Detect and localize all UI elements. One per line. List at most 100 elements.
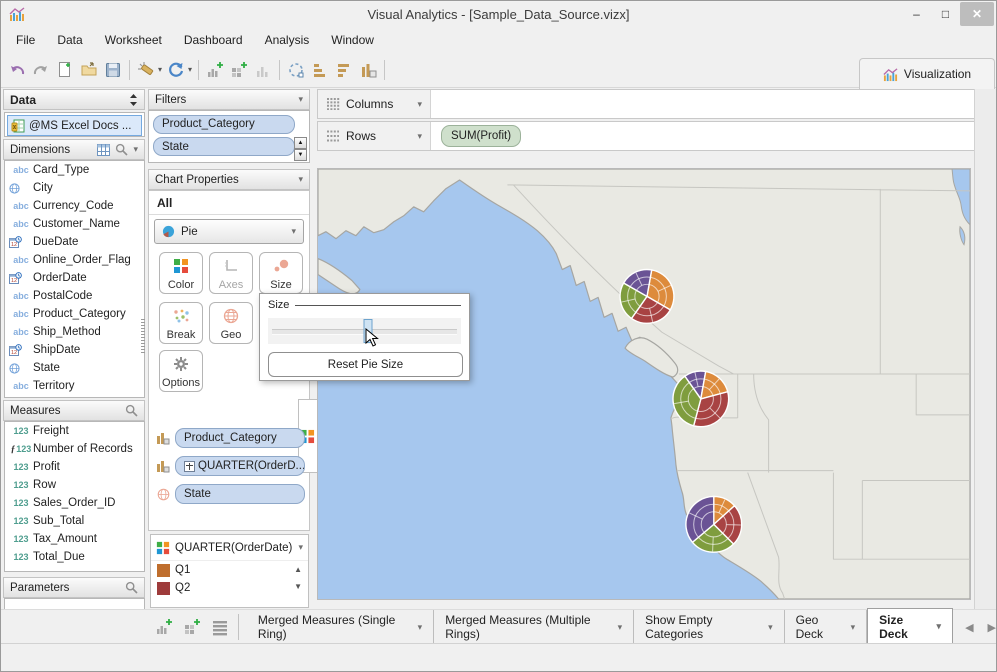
dimension-field-row[interactable]: abc 12 123 ƒ123 Currency_Code xyxy=(5,197,144,215)
save-icon[interactable] xyxy=(101,59,125,81)
measure-field-row[interactable]: abc 123 ƒ123 Tax_Amount xyxy=(5,530,144,548)
panel-splitter-handle[interactable] xyxy=(141,319,145,355)
collapsed-right-panel[interactable] xyxy=(974,89,996,643)
geo-button[interactable]: Geo xyxy=(209,302,253,344)
lasso-select-icon[interactable] xyxy=(284,59,308,81)
bar-box-icon[interactable] xyxy=(356,59,380,81)
close-button[interactable]: ✕ xyxy=(960,2,994,26)
filter-pill[interactable]: Product_Category xyxy=(153,114,295,134)
shelf-pill[interactable]: Product_Category xyxy=(175,428,305,448)
chevron-down-icon[interactable]: ▾ xyxy=(418,622,423,633)
menu-item[interactable]: File xyxy=(5,30,46,50)
legend-item[interactable]: Q2 xyxy=(151,579,308,597)
deck-tab[interactable]: Merged Measures (Multiple Rings) ▾ xyxy=(434,610,635,644)
chevron-down-icon[interactable]: ▾ xyxy=(298,174,303,185)
color-button[interactable]: Color xyxy=(159,252,203,294)
chevron-down-icon[interactable]: ▾ xyxy=(417,99,422,110)
tab-scroll-left-icon[interactable]: ◀ xyxy=(965,621,973,634)
open-icon[interactable] xyxy=(77,59,101,81)
dimension-field-row[interactable]: abc 12 123 ƒ123 OrderDate xyxy=(5,269,144,287)
deck-tab[interactable]: Size Deck ▾ xyxy=(867,608,954,644)
legend-header[interactable]: QUARTER(OrderDate) ▾ xyxy=(151,535,308,561)
menu-item[interactable]: Dashboard xyxy=(173,30,254,50)
dimension-field-row[interactable]: abc 12 123 ƒ123 DueDate xyxy=(5,233,144,251)
dimension-field-row[interactable]: abc 12 123 ƒ123 PostalCode xyxy=(5,287,144,305)
dimension-field-row[interactable]: abc 12 123 ƒ123 ShipDate xyxy=(5,341,144,359)
measure-field-row[interactable]: abc 123 ƒ123 Profit xyxy=(5,458,144,476)
dimension-field-row[interactable]: abc 12 123 ƒ123 Product_Category xyxy=(5,305,144,323)
new-worksheet-icon[interactable] xyxy=(154,617,174,637)
measure-field-row[interactable]: abc 123 ƒ123 Sales_Order_ID xyxy=(5,494,144,512)
chevron-down-icon[interactable]: ▾ xyxy=(298,94,303,105)
shelf-pill[interactable]: QUARTER(OrderD... xyxy=(175,456,305,476)
deck-tab[interactable]: Show Empty Categories ▾ xyxy=(634,610,785,644)
maximize-button[interactable]: □ xyxy=(931,2,960,26)
legend-item[interactable]: Q1 xyxy=(151,561,308,579)
filter-pill[interactable]: State xyxy=(153,137,295,156)
tab-scroll-right-icon[interactable]: ▶ xyxy=(988,621,996,634)
scroll-up-icon[interactable]: ▲ xyxy=(294,565,302,574)
dimension-field-row[interactable]: abc 12 123 ƒ123 Territory xyxy=(5,377,144,395)
scroll-down-icon[interactable]: ▼ xyxy=(294,582,302,591)
property-shelf-row[interactable]: Product_Category xyxy=(155,427,305,449)
undo-icon[interactable] xyxy=(5,59,29,81)
redo-icon[interactable] xyxy=(29,59,53,81)
rows-shelf-label[interactable]: Rows ▾ xyxy=(318,122,431,150)
options-button[interactable]: Options xyxy=(159,350,203,392)
dimension-field-row[interactable]: abc 12 123 ƒ123 State xyxy=(5,359,144,377)
deck-tab[interactable]: Merged Measures (Single Ring) ▾ xyxy=(247,610,435,644)
dimension-field-row[interactable]: abc 12 123 ƒ123 Ship_Method xyxy=(5,323,144,341)
expand-icon[interactable] xyxy=(184,460,195,472)
scroll-down-button[interactable]: ▼ xyxy=(294,149,307,161)
format-painter-icon[interactable] xyxy=(134,59,158,81)
tab-visualization[interactable]: Visualization xyxy=(859,58,995,89)
sort-desc-bars-icon[interactable] xyxy=(332,59,356,81)
view-data-table-icon[interactable] xyxy=(97,143,111,156)
new-dashboard-icon[interactable] xyxy=(182,617,202,637)
dimension-field-row[interactable]: abc 12 123 ƒ123 Customer_Name xyxy=(5,215,144,233)
size-button[interactable]: Size xyxy=(259,252,303,294)
measure-field-row[interactable]: abc 123 ƒ123 Number of Records xyxy=(5,440,144,458)
dimension-field-row[interactable]: abc 12 123 ƒ123 Online_Order_Flag xyxy=(5,251,144,269)
sort-bars-icon[interactable] xyxy=(308,59,332,81)
search-icon[interactable] xyxy=(125,581,138,594)
swap-axes-icon[interactable] xyxy=(129,93,138,106)
minimize-button[interactable]: – xyxy=(902,2,931,26)
menu-item[interactable]: Window xyxy=(320,30,385,50)
menu-item[interactable]: Data xyxy=(46,30,93,50)
new-document-icon[interactable] xyxy=(53,59,77,81)
menu-item[interactable]: Analysis xyxy=(254,30,321,50)
map-visualization[interactable] xyxy=(317,168,971,600)
property-shelf-row[interactable]: State xyxy=(155,483,305,505)
dimension-field-row[interactable]: abc 12 123 ƒ123 City xyxy=(5,179,144,197)
menu-item[interactable]: Worksheet xyxy=(94,30,173,50)
refresh-icon[interactable] xyxy=(164,59,188,81)
add-chart-icon[interactable] xyxy=(203,59,227,81)
chevron-down-icon[interactable]: ▾ xyxy=(417,131,422,142)
chevron-down-icon[interactable]: ▾ xyxy=(298,542,303,553)
reset-pie-size-button[interactable]: Reset Pie Size xyxy=(268,352,463,377)
chevron-down-icon[interactable]: ▾ xyxy=(851,622,856,633)
deck-tab[interactable]: Geo Deck ▾ xyxy=(785,610,868,644)
data-source-item[interactable]: @MS Excel Docs ... xyxy=(7,115,142,136)
measure-field-row[interactable]: abc 123 ƒ123 Row xyxy=(5,476,144,494)
search-icon[interactable] xyxy=(125,404,138,417)
chevron-down-icon[interactable]: ▾ xyxy=(133,144,138,155)
chevron-down-icon[interactable]: ▾ xyxy=(768,622,773,633)
row-pill[interactable]: SUM(Profit) xyxy=(441,125,522,147)
refresh-dropdown-icon[interactable]: ▾ xyxy=(188,65,192,74)
chevron-down-icon[interactable]: ▾ xyxy=(937,621,942,632)
add-dashboard-icon[interactable] xyxy=(227,59,251,81)
chart-type-select[interactable]: Pie ▾ xyxy=(154,219,304,244)
scroll-up-button[interactable]: ▲ xyxy=(294,137,307,149)
worksheet-list-icon[interactable] xyxy=(210,617,230,637)
format-painter-dropdown-icon[interactable]: ▾ xyxy=(158,65,162,74)
columns-shelf-label[interactable]: Columns ▾ xyxy=(318,90,431,118)
chevron-down-icon[interactable]: ▾ xyxy=(618,622,623,633)
measure-field-row[interactable]: abc 123 ƒ123 Freight xyxy=(5,422,144,440)
measure-field-row[interactable]: abc 123 ƒ123 Total_Due xyxy=(5,548,144,566)
property-shelf-row[interactable]: QUARTER(OrderD... xyxy=(155,455,305,477)
measure-field-row[interactable]: abc 123 ƒ123 Sub_Total xyxy=(5,512,144,530)
shelf-pill[interactable]: State xyxy=(175,484,305,504)
break-button[interactable]: Break xyxy=(159,302,203,344)
